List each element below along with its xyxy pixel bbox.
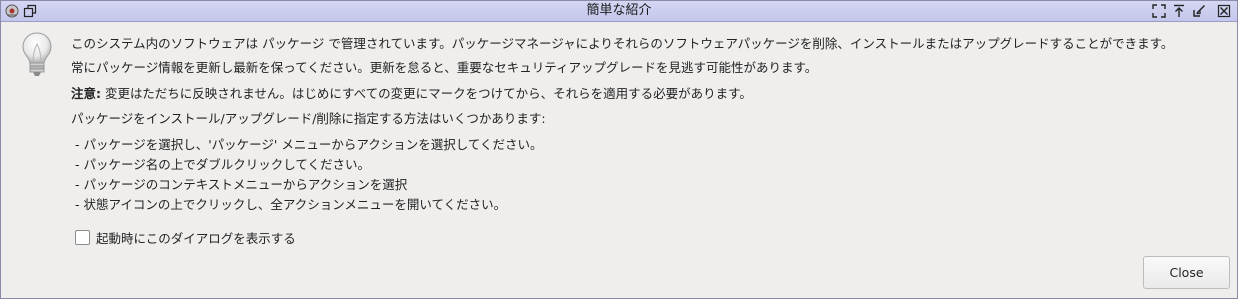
show-on-startup-option[interactable]: 起動時にこのダイアログを表示する xyxy=(75,228,296,246)
title-bar: 簡単な紹介 xyxy=(1,1,1237,22)
note-text: 変更はただちに反映されません。はじめにすべての変更にマークをつけてから、それらを… xyxy=(101,86,752,101)
list-item: - 状態アイコンの上でクリックし、全アクションメニューを開いてください。 xyxy=(75,197,507,212)
methods-list: - パッケージを選択し、'パッケージ' メニューからアクションを選択してください… xyxy=(75,135,542,215)
window-title: 簡単な紹介 xyxy=(586,3,652,18)
list-item: - パッケージを選択し、'パッケージ' メニューからアクションを選択してください… xyxy=(75,137,543,152)
update-advice-paragraph: 常にパッケージ情報を更新し最新を保ってください。更新を怠ると、重要なセキュリティ… xyxy=(71,60,818,75)
list-item: - パッケージのコンテキストメニューからアクションを選択 xyxy=(75,177,408,192)
show-on-startup-label[interactable]: 起動時にこのダイアログを表示する xyxy=(96,228,296,247)
note-label: 注意: xyxy=(71,86,101,101)
dialog-content: このシステム内のソフトウェアは パッケージ で管理されています。パッケージマネー… xyxy=(1,22,1237,298)
close-button[interactable]: Close xyxy=(1143,256,1230,289)
lightbulb-icon xyxy=(22,32,52,76)
intro-dialog: 簡単な紹介 このシステム内のソフトウェアは パッケージ で管理されています。パッ… xyxy=(0,0,1238,299)
note-paragraph: 注意: 変更はただちに反映されません。はじめにすべての変更にマークをつけてから、… xyxy=(71,84,752,104)
fullscreen-icon[interactable] xyxy=(1151,3,1167,19)
keep-above-icon[interactable] xyxy=(1171,3,1187,19)
methods-heading: パッケージをインストール/アップグレード/削除に指定する方法はいくつかあります: xyxy=(71,111,546,126)
show-on-startup-checkbox[interactable] xyxy=(75,229,90,245)
minimize-icon[interactable] xyxy=(1191,3,1207,19)
intro-paragraph: このシステム内のソフトウェアは パッケージ で管理されています。パッケージマネー… xyxy=(71,36,1174,51)
list-item: - パッケージ名の上でダブルクリックしてください。 xyxy=(75,157,370,172)
close-window-icon[interactable] xyxy=(1216,3,1232,19)
